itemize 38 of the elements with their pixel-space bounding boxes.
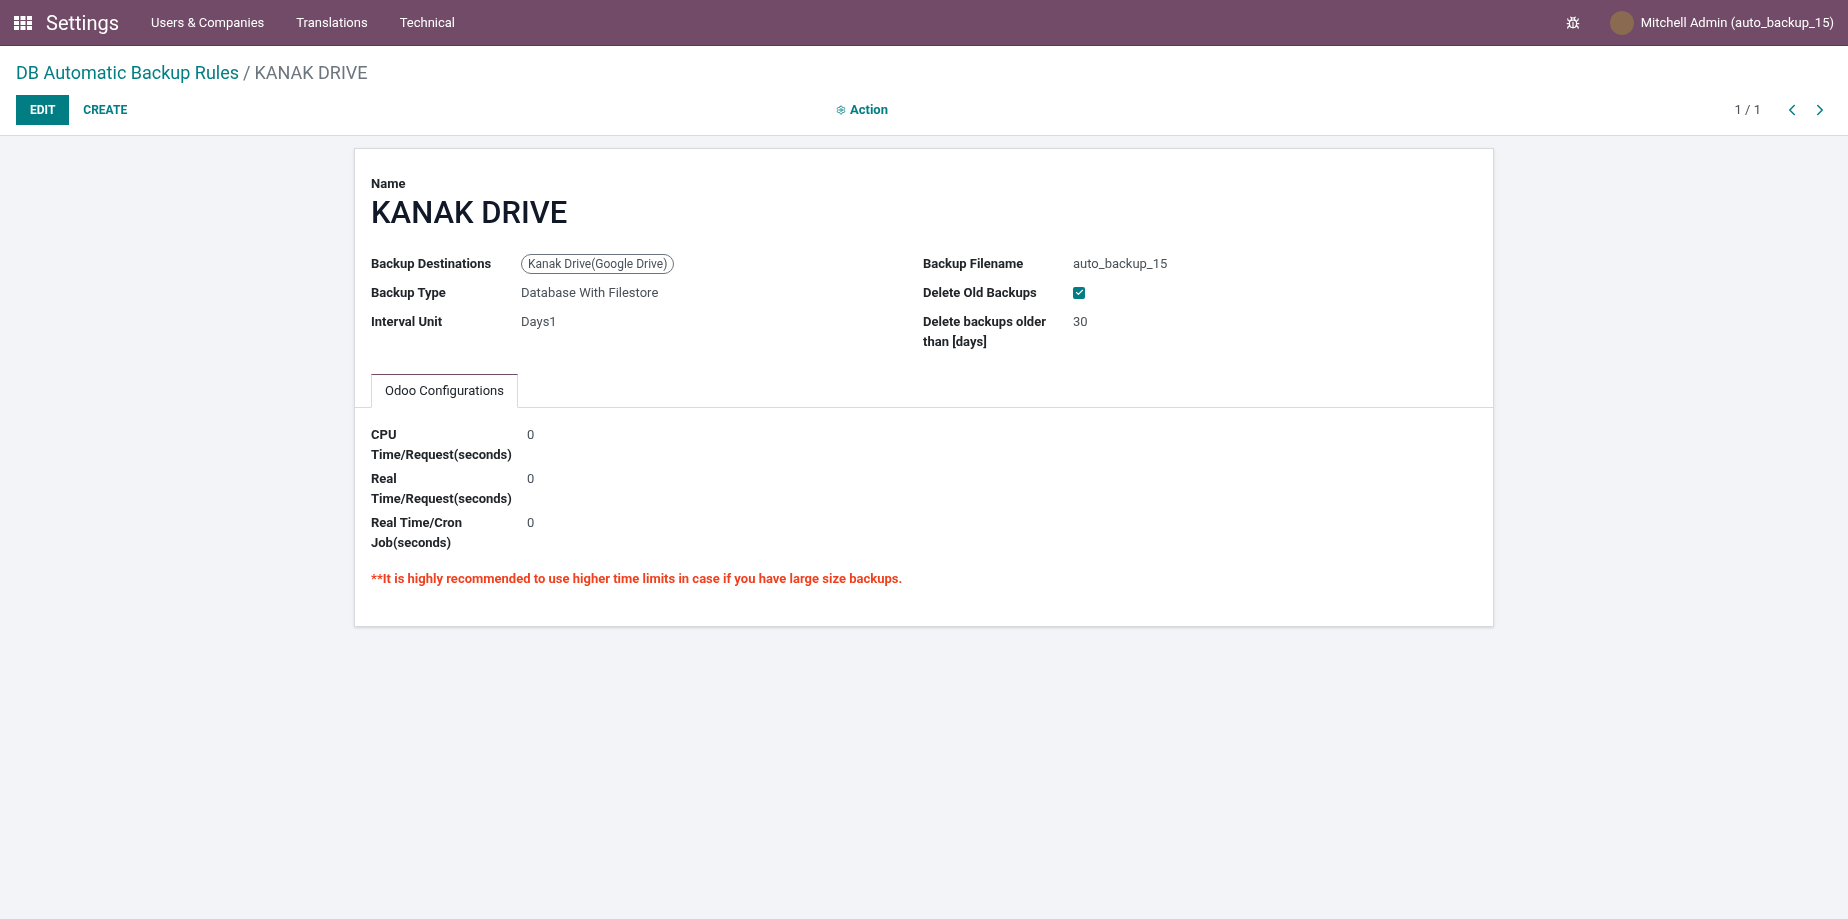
- menu-item[interactable]: Technical: [399, 12, 456, 33]
- field-value: auto_backup_15: [1073, 254, 1168, 273]
- action-button[interactable]: Action: [836, 100, 888, 120]
- record-name: KANAK DRIVE: [371, 193, 569, 232]
- breadcrumb-current: KANAK DRIVE: [254, 61, 368, 85]
- field-label: Backup Type: [371, 283, 447, 302]
- avatar: [1609, 10, 1634, 35]
- notebook-tab[interactable]: Odoo Configurations: [371, 373, 518, 408]
- field-label: Backup Destinations: [371, 254, 493, 273]
- field-value: 0: [527, 469, 535, 488]
- name-label: Name: [371, 175, 407, 193]
- create-button[interactable]: CREATE: [69, 95, 142, 125]
- bug-icon[interactable]: [1565, 15, 1580, 30]
- breadcrumb-link[interactable]: DB Automatic Backup Rules: [16, 59, 240, 86]
- field-value: 30: [1073, 312, 1088, 331]
- field-label: Backup Filename: [923, 254, 1025, 273]
- field-value: Database With Filestore: [521, 283, 659, 302]
- warning-text: **It is highly recommended to use higher time limits in case if you have large size backups.: [371, 569, 904, 588]
- field-value: 0: [527, 513, 535, 532]
- gear-icon: [836, 105, 846, 115]
- field-label: CPU Time/Request(seconds): [371, 425, 513, 464]
- field-label: Real Time/Request(seconds): [371, 469, 513, 508]
- field-value: Days1: [521, 312, 557, 331]
- apps-grid-icon[interactable]: [14, 15, 32, 30]
- checkbox[interactable]: [1073, 286, 1085, 299]
- field-value: 0: [527, 425, 535, 444]
- breadcrumb-separator: /: [243, 61, 251, 85]
- field-label: Delete backups older than [days]: [923, 312, 1047, 351]
- check-icon: [1074, 288, 1084, 297]
- menu-item[interactable]: Translations: [296, 12, 368, 33]
- user-name[interactable]: Mitchell Admin (auto_backup_15): [1640, 12, 1834, 33]
- field-label: Real Time/Cron Job(seconds): [371, 513, 463, 552]
- edit-button[interactable]: EDIT: [16, 95, 70, 125]
- field-label: Interval Unit: [371, 312, 444, 331]
- pager-value: 1 / 1: [1734, 101, 1761, 120]
- menu-item[interactable]: Users & Companies: [151, 12, 265, 33]
- field-label: Delete Old Backups: [923, 283, 1038, 302]
- app-title[interactable]: Settings: [46, 7, 120, 38]
